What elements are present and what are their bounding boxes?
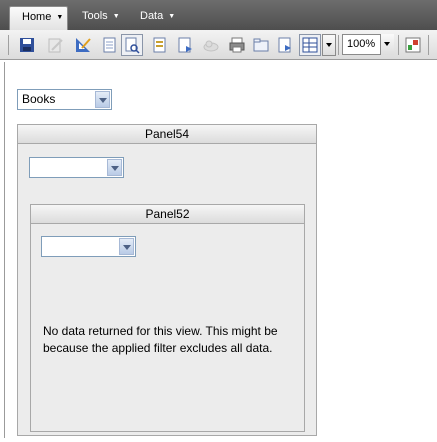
tab-tools[interactable]: Tools ▼ (74, 6, 126, 26)
tab-data-label: Data (140, 10, 164, 22)
chevron-down-icon[interactable] (95, 91, 110, 108)
pencil-ruler-icon (76, 38, 91, 52)
chevron-down-icon: ▼ (112, 13, 120, 20)
design-button[interactable] (74, 36, 92, 54)
chevron-down-icon[interactable] (107, 159, 122, 176)
page-button[interactable] (100, 36, 118, 54)
panel-inner-title: Panel52 (31, 205, 304, 224)
zoom-value: 100% (347, 38, 376, 50)
layout-button[interactable] (299, 34, 321, 56)
tab-tools-label: Tools (82, 10, 108, 22)
page-export-icon (278, 37, 291, 53)
filter-select[interactable]: Books (17, 89, 112, 110)
tab-home[interactable]: Home ▼ (9, 6, 68, 30)
no-data-message-line: because the applied filter excludes all … (43, 341, 273, 355)
folder-icon (253, 38, 269, 52)
edit-button[interactable] (46, 36, 64, 54)
no-data-message-line: No data returned for this view. This mig… (43, 324, 278, 338)
tab-data[interactable]: Data ▼ (132, 6, 182, 26)
layout-dropdown-button[interactable] (322, 34, 336, 56)
filter-select-value: Books (22, 92, 56, 106)
outer-panel-select[interactable] (29, 157, 124, 178)
toolbar-separator (338, 35, 339, 55)
chevron-down-icon: ▼ (168, 13, 176, 20)
preview-button[interactable] (121, 34, 143, 56)
cloud-button[interactable] (202, 36, 220, 54)
save-icon (20, 38, 34, 52)
open-button[interactable] (252, 36, 270, 54)
page-text-icon (153, 37, 166, 53)
page-search-icon (125, 37, 140, 54)
grid-icon (302, 37, 318, 53)
no-data-message: No data returned for this view. This mig… (43, 323, 278, 357)
page-next-button[interactable] (176, 36, 194, 54)
page-next-icon (178, 37, 192, 53)
chart-icon (405, 37, 421, 53)
zoom-dropdown-button[interactable] (380, 34, 394, 55)
toolbar-separator (8, 35, 9, 55)
chevron-down-icon: ▼ (56, 14, 64, 21)
print-button[interactable] (228, 36, 246, 54)
menu-tab-bar: Home ▼ Tools ▼ Data ▼ (0, 0, 437, 30)
export-button[interactable] (276, 36, 294, 54)
save-button[interactable] (18, 36, 36, 54)
chart-button[interactable] (404, 36, 422, 54)
tab-home-label: Home (22, 11, 52, 23)
toolbar-separator (398, 35, 399, 55)
panel-outer-title: Panel54 (18, 125, 316, 144)
toolbar-separator (428, 35, 429, 55)
edit-icon (48, 38, 63, 53)
inner-panel-select[interactable] (41, 236, 136, 257)
chevron-down-icon[interactable] (119, 238, 134, 255)
cloud-icon (203, 40, 219, 52)
page-text-button[interactable] (150, 36, 168, 54)
page-icon (103, 37, 116, 53)
printer-icon (229, 37, 245, 53)
